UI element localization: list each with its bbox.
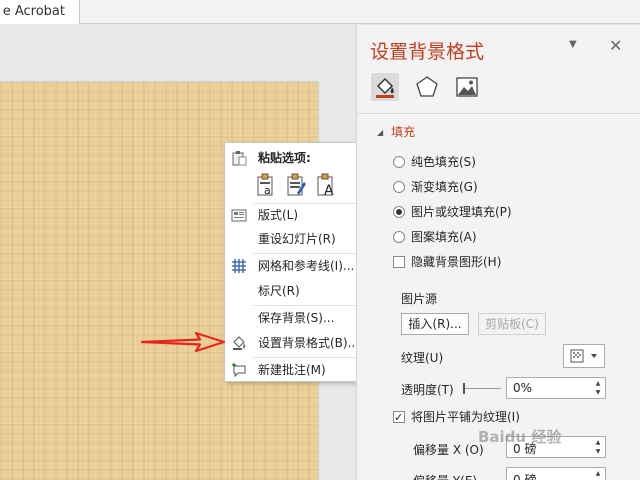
offset-y-value: 0 磅 [513,473,537,480]
texture-label: 纹理(U) [401,351,444,365]
tab-effects[interactable] [413,73,441,101]
paint-bucket-icon [376,77,394,98]
svg-text:A: A [324,183,334,197]
fill-section-label: 填充 [391,125,416,139]
pane-options-icon[interactable]: ▼ [569,39,577,50]
menu-item-new-comment-label: 新建批注(M) [258,363,326,377]
transparency-value: 0% [513,381,533,395]
fill-section-header[interactable]: ◢ 填充 [377,123,415,140]
transparency-spinner[interactable]: 0% ▲ ▼ [506,377,606,399]
clipboard-icon [232,151,247,166]
red-arrow-to-menu-icon [140,331,226,353]
grid-icon [232,259,246,273]
transparency-slider-thumb[interactable] [463,383,465,394]
offset-y-label: 偏移量 Y(E) [413,472,477,480]
picture-source-label: 图片源 [401,292,438,306]
paste-options-label: 粘贴选项: [258,151,311,165]
radio-gradient-fill-label: 渐变填充(G) [411,180,478,194]
insert-button[interactable]: 插入(R)... [401,313,469,335]
radio-button[interactable] [393,156,405,168]
menu-item-ruler-label: 标尺(R) [258,284,300,298]
spin-down-icon[interactable]: ▼ [593,389,603,396]
picture-icon [456,77,478,97]
acrobat-tab-label: e Acrobat [2,4,65,19]
menu-item-format-background-label: 设置背景格式(B)... [258,336,360,350]
format-background-icon [233,336,246,350]
collapse-triangle-icon: ◢ [377,128,384,137]
baidu-watermark: Baidu 经验 [478,428,562,446]
paste-keep-source-formatting-icon[interactable] [285,173,307,197]
menu-item-grid-guides-label: 网格和参考线(I)... [258,259,355,273]
menu-item-reset-slide-label: 重设幻灯片(R) [258,232,336,246]
spin-down-icon[interactable]: ▼ [593,448,603,455]
checkbox[interactable] [393,256,405,268]
texture-picker[interactable] [563,344,605,368]
transparency-label: 透明度(T) [401,383,454,397]
acrobat-tab[interactable]: e Acrobat [0,0,80,24]
radio-button[interactable] [393,231,405,243]
menu-item-save-background-label: 保存背景(S)... [258,311,335,325]
spin-up-icon[interactable]: ▲ [593,439,603,446]
radio-button-selected[interactable] [393,206,405,218]
radio-solid-fill-label: 纯色填充(S) [411,155,476,169]
format-background-pane: 设置背景格式 ▼ ✕ ◢ 填充 纯色填充(S) 渐变填充(G) 图片或纹理填充(P… [356,25,640,480]
offset-x-label: 偏移量 X (O) [413,443,484,457]
close-icon[interactable]: ✕ [609,36,622,55]
texture-swatch-icon [570,349,597,363]
pane-divider [357,113,640,114]
svg-text:a: a [264,184,271,197]
radio-button[interactable] [393,181,405,193]
radio-pattern-fill-label: 图案填充(A) [411,230,477,244]
tab-picture[interactable] [453,73,481,101]
paste-use-destination-theme-icon[interactable]: a [255,173,277,197]
layout-icon [231,209,247,222]
pane-title: 设置背景格式 [370,41,485,63]
transparency-slider[interactable] [463,388,501,389]
hide-background-graphics-label: 隐藏背景图形(H) [411,255,502,269]
new-comment-icon [232,363,246,378]
spin-up-icon[interactable]: ▲ [593,380,603,387]
radio-picture-texture-fill-label: 图片或纹理填充(P) [411,205,512,219]
checkbox-checked[interactable] [393,409,405,427]
spin-up-icon[interactable]: ▲ [593,470,603,477]
menu-item-layout-label: 版式(L) [258,208,299,222]
tile-picture-label: 将图片平铺为纹理(I) [411,410,520,424]
pentagon-icon [416,76,438,97]
clipboard-button[interactable]: 剪贴板(C) [478,313,546,335]
title-bar: e Acrobat [0,0,640,24]
tab-fill[interactable] [371,73,399,101]
paste-keep-text-only-icon[interactable]: A [315,173,337,197]
offset-y-spinner[interactable]: 0 磅 ▲ ▼ [506,467,606,480]
